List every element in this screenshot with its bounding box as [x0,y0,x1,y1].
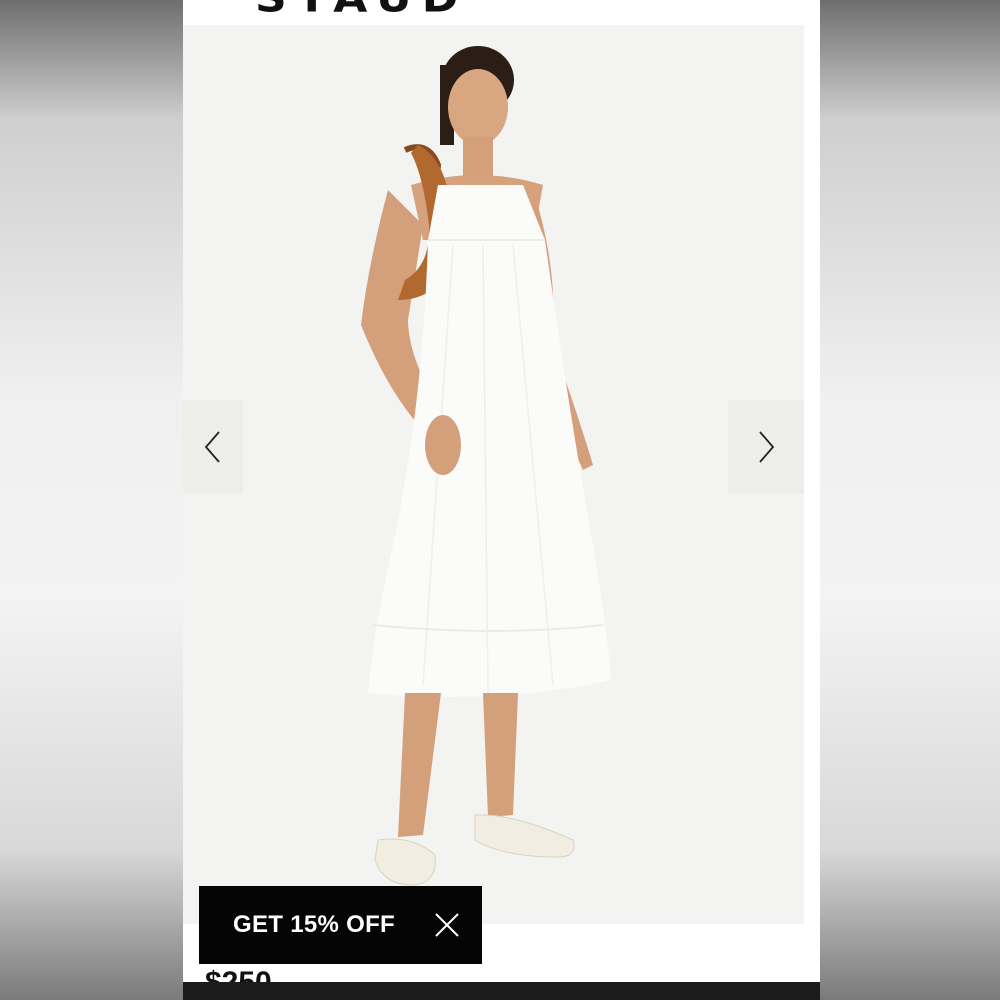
promo-banner[interactable]: GET 15% OFF [199,886,482,964]
brand-logo[interactable]: STAUD [255,0,468,21]
gallery-prev-button[interactable] [183,400,243,494]
close-icon[interactable] [434,912,460,938]
gallery-next-button[interactable] [728,400,804,494]
background-left [0,0,183,1000]
chevron-left-icon [204,431,220,463]
promo-label: GET 15% OFF [233,911,395,938]
product-gallery[interactable] [183,25,804,924]
background-right [820,0,1000,1000]
product-page: STAUD [183,0,820,1000]
bottom-bar [183,982,820,1000]
chevron-right-icon [759,431,775,463]
product-image [183,25,804,924]
